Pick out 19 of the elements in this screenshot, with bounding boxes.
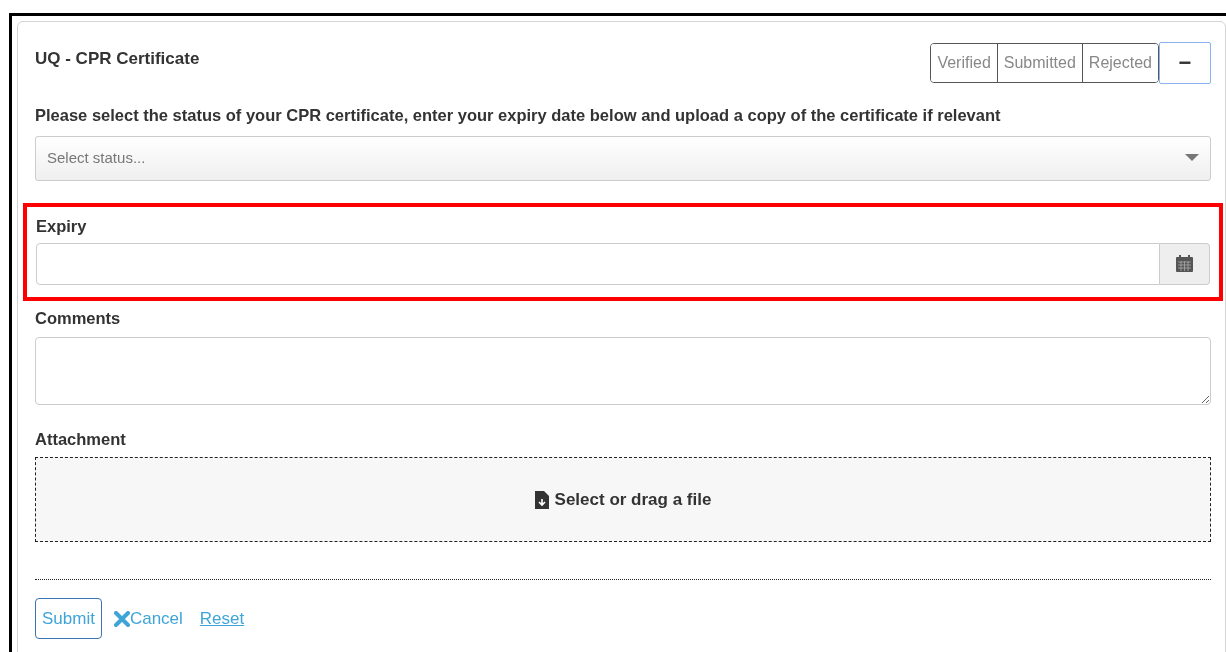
close-icon bbox=[113, 610, 130, 627]
status-button[interactable]: Rejected bbox=[1081, 44, 1158, 82]
reset-link[interactable]: Reset bbox=[199, 606, 245, 632]
comments-field[interactable] bbox=[35, 336, 1211, 405]
field-label: Attachment bbox=[35, 428, 127, 450]
field-label: Comments bbox=[35, 307, 122, 329]
calendar-button[interactable] bbox=[1160, 242, 1210, 285]
collapse-button[interactable]: − bbox=[1159, 42, 1211, 84]
file-dropzone[interactable]: Select or drag a file bbox=[35, 457, 1211, 543]
instruction-text: Please select the status of your CPR certificate, enter your expiry date below and upload a copy of the certificate if relevant bbox=[35, 105, 1002, 126]
status-select[interactable]: Select status... bbox=[35, 135, 1211, 181]
expiry-date-field[interactable] bbox=[36, 242, 1160, 285]
file-icon bbox=[534, 490, 549, 509]
cancel-link[interactable]: Cancel bbox=[113, 606, 183, 632]
field-label: Expiry bbox=[36, 215, 88, 237]
caret-icon bbox=[1185, 154, 1199, 163]
card-title: UQ - CPR Certificate bbox=[35, 48, 200, 70]
calendar-icon bbox=[1176, 255, 1193, 272]
submit-button[interactable]: Submit bbox=[35, 598, 102, 640]
